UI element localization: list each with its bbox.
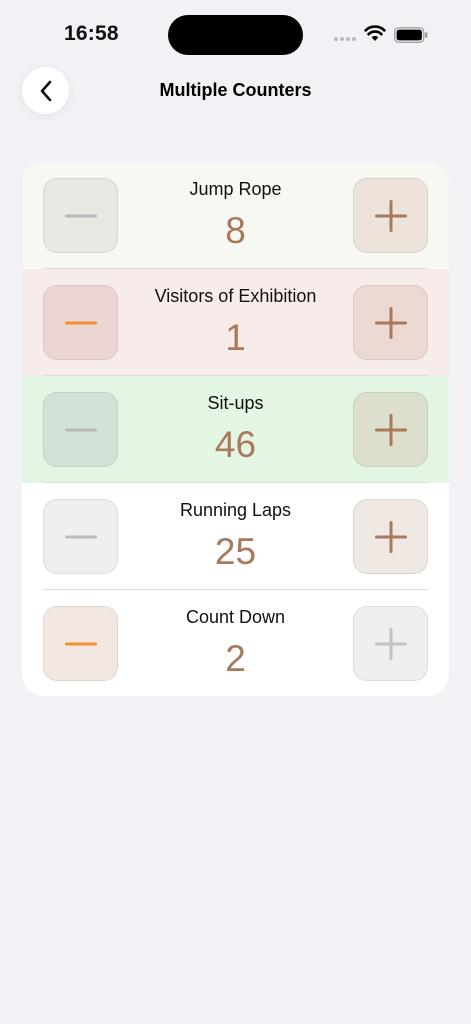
counter-row-jump-rope: Jump Rope 8	[22, 162, 449, 269]
empty-background	[0, 696, 471, 1024]
cellular-signal-icon	[334, 37, 358, 43]
decrement-button-count-down[interactable]	[43, 606, 118, 681]
counter-label: Sit-ups	[207, 393, 264, 413]
decrement-button-running-laps[interactable]	[43, 499, 118, 574]
wifi-icon	[364, 24, 386, 42]
counter-value: 25	[214, 531, 257, 572]
dynamic-island	[168, 15, 303, 55]
plus-icon	[374, 413, 407, 446]
counter-row-visitors-of-exhibition: Visitors of Exhibition 1	[22, 269, 449, 376]
decrement-button-jump-rope[interactable]	[43, 178, 118, 253]
counter-display: Count Down 2	[122, 607, 349, 680]
counter-display: Jump Rope 8	[122, 179, 349, 252]
counters-card: Jump Rope 8 Visitors of Exhibition 1 Sit…	[22, 162, 449, 696]
page-title: Multiple Counters	[159, 80, 312, 100]
minus-icon	[64, 642, 97, 645]
minus-icon	[64, 535, 97, 538]
decrement-button-visitors-of-exhibition[interactable]	[43, 285, 118, 360]
minus-icon	[64, 214, 97, 217]
plus-icon	[374, 520, 407, 553]
counter-label: Jump Rope	[189, 179, 282, 199]
counter-value: 46	[214, 424, 257, 465]
counter-display: Visitors of Exhibition 1	[122, 286, 349, 359]
battery-icon	[394, 27, 428, 43]
counter-value: 1	[225, 317, 246, 358]
counter-label: Visitors of Exhibition	[154, 286, 317, 306]
increment-button-sit-ups[interactable]	[353, 392, 428, 467]
increment-button-visitors-of-exhibition[interactable]	[353, 285, 428, 360]
increment-button-jump-rope[interactable]	[353, 178, 428, 253]
counter-value: 2	[225, 638, 246, 679]
plus-icon	[374, 199, 407, 232]
counter-row-running-laps: Running Laps 25	[22, 483, 449, 590]
counter-label: Count Down	[185, 607, 286, 627]
decrement-button-sit-ups[interactable]	[43, 392, 118, 467]
counter-display: Sit-ups 46	[122, 393, 349, 466]
plus-icon	[374, 627, 407, 660]
counter-label: Running Laps	[179, 500, 292, 520]
status-bar: 16:58	[0, 0, 471, 70]
status-time: 16:58	[64, 22, 119, 45]
minus-icon	[64, 428, 97, 431]
counter-row-sit-ups: Sit-ups 46	[22, 376, 449, 483]
minus-icon	[64, 321, 97, 324]
counter-row-count-down: Count Down 2	[22, 590, 449, 696]
navigation-bar: Multiple Counters	[0, 62, 471, 118]
plus-icon	[374, 306, 407, 339]
counter-value: 8	[225, 210, 246, 251]
increment-button-running-laps[interactable]	[353, 499, 428, 574]
increment-button-count-down[interactable]	[353, 606, 428, 681]
counter-display: Running Laps 25	[122, 500, 349, 573]
